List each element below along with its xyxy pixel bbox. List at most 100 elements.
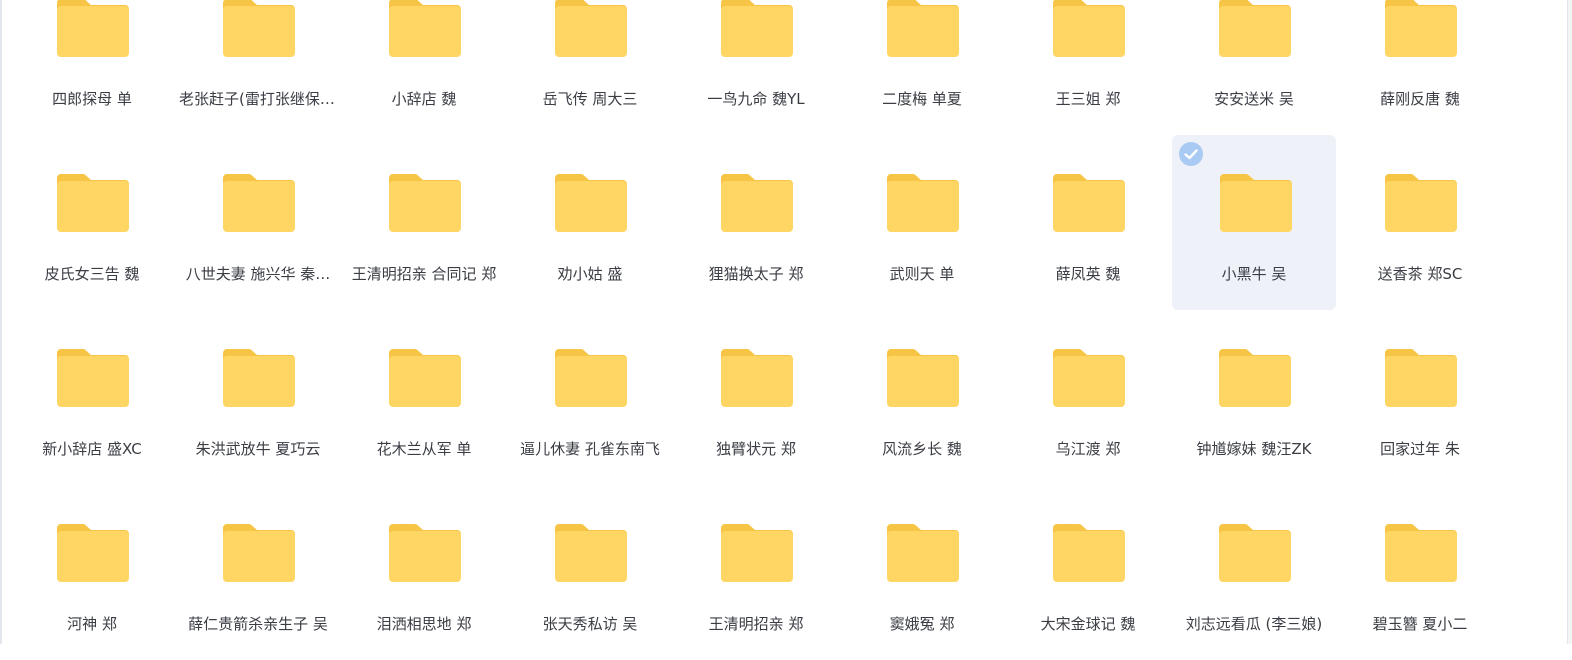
vertical-scrollbar[interactable] xyxy=(1567,0,1572,644)
folder-icon xyxy=(57,172,129,232)
folder-name: 泪洒相思地 郑 xyxy=(376,615,472,633)
folder-item[interactable]: 薛凤英 魏 xyxy=(1005,135,1171,310)
folder-item[interactable]: 逼儿休妻 孔雀东南飞 xyxy=(507,310,673,485)
folder-item[interactable]: 风流乡长 魏 xyxy=(839,310,1005,485)
folder-icon xyxy=(57,347,129,407)
folder-item[interactable]: 窦娥冤 郑 xyxy=(839,485,1005,660)
folder-item[interactable]: 张天秀私访 吴 xyxy=(507,485,673,660)
folder-item[interactable]: 岳飞传 周大三 xyxy=(507,0,673,135)
folder-item[interactable]: 二度梅 单夏 xyxy=(839,0,1005,135)
folder-name: 小辞店 魏 xyxy=(391,90,457,108)
folder-item[interactable]: 老张赶子(雷打张继保) 单 xyxy=(175,0,341,135)
folder-item[interactable]: 薛仁贵箭杀亲生子 吴 xyxy=(175,485,341,660)
folder-item[interactable]: 狸猫换太子 郑 xyxy=(673,135,839,310)
folder-icon xyxy=(555,347,627,407)
folder-icon xyxy=(57,522,129,582)
folder-item[interactable]: 小黑牛 吴 xyxy=(1172,135,1336,310)
folder-icon xyxy=(389,347,461,407)
folder-item[interactable]: 四郎探母 单 xyxy=(9,0,175,135)
folder-icon xyxy=(721,347,793,407)
folder-icon xyxy=(223,347,295,407)
folder-name: 送香茶 郑SC xyxy=(1377,265,1463,283)
folder-item[interactable]: 皮氏女三告 魏 xyxy=(9,135,175,310)
folder-icon xyxy=(1219,522,1291,582)
folder-item[interactable]: 碧玉簪 夏小二 xyxy=(1337,485,1503,660)
folder-icon xyxy=(1053,0,1125,57)
folder-name: 刘志远看瓜 (李三娘) xyxy=(1185,615,1323,633)
folder-name: 花木兰从军 单 xyxy=(376,440,472,458)
folder-icon xyxy=(887,522,959,582)
folder-item[interactable]: 安安送米 吴 xyxy=(1171,0,1337,135)
folder-icon xyxy=(1219,0,1291,57)
folder-item[interactable]: 花木兰从军 单 xyxy=(341,310,507,485)
folder-name: 皮氏女三告 魏 xyxy=(44,265,140,283)
folder-name: 独臂状元 郑 xyxy=(716,440,796,458)
folder-item[interactable]: 一鸟九命 魏YL xyxy=(673,0,839,135)
folder-name: 大宋金球记 魏 xyxy=(1040,615,1136,633)
folder-icon xyxy=(721,0,793,57)
folder-name: 四郎探母 单 xyxy=(52,90,132,108)
folder-icon xyxy=(721,522,793,582)
folder-name: 狸猫换太子 郑 xyxy=(708,265,804,283)
folder-grid: 四郎探母 单 老张赶子(雷打张继保) 单 小辞店 魏 岳飞传 周大三 一鸟九命 魏YL 二… xyxy=(9,0,1503,660)
folder-item[interactable]: 八世夫妻 施兴华 秦… xyxy=(175,135,341,310)
folder-item[interactable]: 乌江渡 郑 xyxy=(1005,310,1171,485)
folder-icon xyxy=(1385,0,1457,57)
folder-name: 乌江渡 郑 xyxy=(1055,440,1121,458)
folder-icon xyxy=(887,347,959,407)
folder-icon xyxy=(1220,172,1292,232)
folder-item[interactable]: 钟馗嫁妹 魏汪ZK xyxy=(1171,310,1337,485)
selected-check-icon[interactable] xyxy=(1179,142,1203,166)
folder-name: 朱洪武放牛 夏巧云 xyxy=(195,440,321,458)
folder-name: 窦娥冤 郑 xyxy=(889,615,955,633)
folder-item[interactable]: 小辞店 魏 xyxy=(341,0,507,135)
folder-item[interactable]: 劝小姑 盛 xyxy=(507,135,673,310)
folder-name: 钟馗嫁妹 魏汪ZK xyxy=(1196,440,1312,458)
folder-name: 八世夫妻 施兴华 秦… xyxy=(185,265,331,283)
folder-icon xyxy=(1053,347,1125,407)
folder-item[interactable]: 刘志远看瓜 (李三娘) xyxy=(1171,485,1337,660)
folder-icon xyxy=(555,522,627,582)
folder-icon xyxy=(1053,172,1125,232)
folder-name: 薛凤英 魏 xyxy=(1055,265,1121,283)
folder-name: 岳飞传 周大三 xyxy=(542,90,638,108)
folder-item[interactable]: 送香茶 郑SC xyxy=(1337,135,1503,310)
folder-name: 老张赶子(雷打张继保) 单 xyxy=(179,90,337,108)
folder-icon xyxy=(223,172,295,232)
folder-icon xyxy=(1385,347,1457,407)
folder-icon xyxy=(389,0,461,57)
folder-item[interactable]: 武则天 单 xyxy=(839,135,1005,310)
folder-icon xyxy=(223,0,295,57)
folder-name: 逼儿休妻 孔雀东南飞 xyxy=(520,440,660,458)
folder-name: 薛刚反唐 魏 xyxy=(1380,90,1460,108)
folder-item[interactable]: 王清明招亲 合同记 郑 xyxy=(341,135,507,310)
window-left-border xyxy=(0,0,2,644)
folder-name: 王三姐 郑 xyxy=(1055,90,1121,108)
folder-item[interactable]: 新小辞店 盛XC xyxy=(9,310,175,485)
folder-item[interactable]: 王清明招亲 郑 xyxy=(673,485,839,660)
folder-name: 风流乡长 魏 xyxy=(882,440,962,458)
folder-name: 王清明招亲 郑 xyxy=(708,615,804,633)
folder-icon xyxy=(887,0,959,57)
folder-name: 王清明招亲 合同记 郑 xyxy=(351,265,497,283)
folder-name: 新小辞店 盛XC xyxy=(42,440,142,458)
folder-item[interactable]: 河神 郑 xyxy=(9,485,175,660)
folder-name: 碧玉簪 夏小二 xyxy=(1372,615,1468,633)
folder-icon xyxy=(887,172,959,232)
folder-name: 安安送米 吴 xyxy=(1214,90,1294,108)
folder-name: 劝小姑 盛 xyxy=(557,265,623,283)
folder-name: 小黑牛 吴 xyxy=(1221,265,1287,283)
folder-name: 河神 郑 xyxy=(67,615,117,633)
folder-icon xyxy=(1219,347,1291,407)
folder-icon xyxy=(1385,172,1457,232)
folder-item[interactable]: 泪洒相思地 郑 xyxy=(341,485,507,660)
folder-item[interactable]: 薛刚反唐 魏 xyxy=(1337,0,1503,135)
folder-name: 一鸟九命 魏YL xyxy=(707,90,805,108)
folder-item[interactable]: 大宋金球记 魏 xyxy=(1005,485,1171,660)
folder-item[interactable]: 回家过年 朱 xyxy=(1337,310,1503,485)
folder-icon xyxy=(1385,522,1457,582)
folder-item[interactable]: 朱洪武放牛 夏巧云 xyxy=(175,310,341,485)
folder-icon xyxy=(555,0,627,57)
folder-item[interactable]: 独臂状元 郑 xyxy=(673,310,839,485)
folder-item[interactable]: 王三姐 郑 xyxy=(1005,0,1171,135)
